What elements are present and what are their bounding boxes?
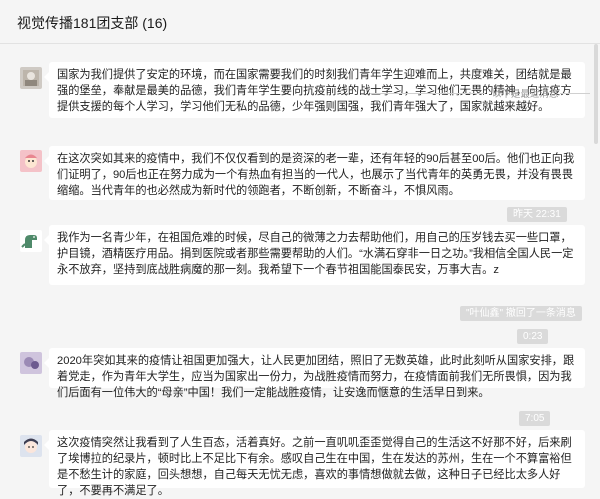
timestamp: 昨天 22:31 bbox=[507, 207, 567, 222]
avatar[interactable] bbox=[20, 352, 42, 374]
avatar-anime-icon bbox=[20, 435, 42, 457]
avatar-image-icon bbox=[20, 67, 42, 89]
avatar[interactable] bbox=[20, 230, 42, 252]
scrollbar[interactable] bbox=[594, 44, 598, 144]
divider-line bbox=[370, 93, 485, 94]
message-bubble[interactable]: 这次疫情突然让我看到了人生百态，活着真好。之前一直叽叽歪歪觉得自己的生活这不好那… bbox=[44, 430, 585, 497]
avatar[interactable] bbox=[20, 150, 42, 172]
message-text: 2020年突如其来的疫情让祖国更加强大，让人民更加团结，照旧了无数英雄，此时此刻… bbox=[57, 355, 575, 399]
recall-notice: "叶仙鑫" 撤回了一条消息 bbox=[460, 306, 582, 321]
timestamp: 0:23 bbox=[517, 329, 549, 344]
avatar-cartoon-icon bbox=[20, 150, 42, 172]
avatar[interactable] bbox=[20, 67, 42, 89]
avatar-photo-icon bbox=[20, 352, 42, 374]
message-text: 在这次突如其来的疫情中，我们不仅仅看到的是资深的老一辈，还有年轻的90后甚至00… bbox=[57, 153, 575, 197]
divider-text: 以下是最近消息 bbox=[492, 89, 559, 100]
recent-messages-divider: 以下是最近消息 bbox=[370, 86, 590, 100]
timestamp: 7:05 bbox=[519, 411, 551, 426]
message-text: 我作为一名青少年，在祖国危难的时候，尽自己的微薄之力去帮助他们，用自己的压岁钱去… bbox=[57, 232, 574, 276]
chat-header: 视觉传播181团支部 (16) bbox=[0, 0, 600, 44]
message-text: 这次疫情突然让我看到了人生百态，活着真好。之前一直叽叽歪歪觉得自己的生活这不好那… bbox=[57, 437, 572, 497]
chat-title[interactable]: 视觉传播181团支部 (16) bbox=[17, 13, 167, 33]
message-bubble[interactable]: 我作为一名青少年，在祖国危难的时候，尽自己的微薄之力去帮助他们，用自己的压岁钱去… bbox=[44, 225, 585, 285]
message-bubble[interactable]: 在这次突如其来的疫情中，我们不仅仅看到的是资深的老一辈，还有年轻的90后甚至00… bbox=[44, 146, 585, 200]
avatar[interactable] bbox=[20, 435, 42, 457]
avatar-dinosaur-icon bbox=[20, 230, 42, 252]
message-bubble[interactable]: 2020年突如其来的疫情让祖国更加强大，让人民更加团结，照旧了无数英雄，此时此刻… bbox=[44, 348, 585, 399]
divider-line bbox=[560, 93, 590, 94]
